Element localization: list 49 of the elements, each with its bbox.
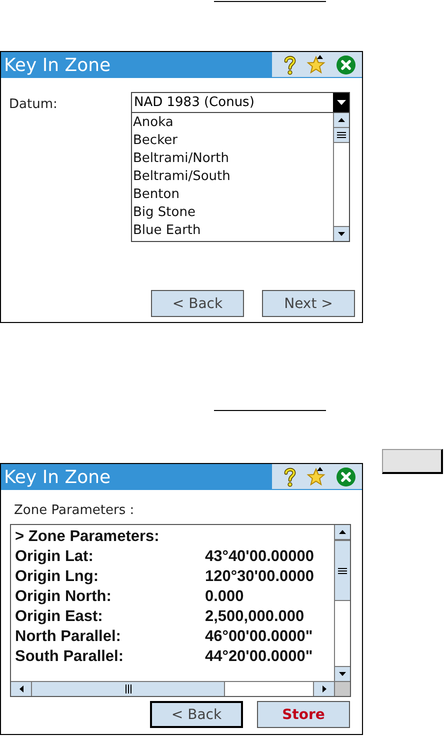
grip-icon[interactable]	[337, 132, 346, 138]
scroll-left-icon[interactable]	[19, 686, 23, 692]
list-item[interactable]: Blue Earth	[132, 222, 333, 240]
parameter-name: Origin East:	[15, 607, 104, 627]
list-item[interactable]: Beltrami/South	[132, 168, 333, 186]
parameter-name: Origin Lng:	[15, 567, 100, 587]
blank-frame	[382, 449, 443, 474]
store-button[interactable]: Store	[257, 701, 350, 728]
star-icon[interactable]	[306, 54, 326, 74]
section-label: Zone Parameters :	[14, 503, 136, 518]
dropdown-arrow-icon[interactable]	[336, 100, 346, 105]
star-icon[interactable]	[306, 466, 326, 486]
help-icon[interactable]	[284, 466, 296, 486]
datum-dropdown[interactable]: NAD 1983 (Conus)	[131, 92, 350, 113]
parameter-name: Origin Lat:	[15, 547, 94, 567]
scroll-up-icon[interactable]	[338, 118, 345, 122]
scroll-down-icon[interactable]	[339, 672, 346, 676]
parameter-name: North Parallel:	[15, 627, 122, 647]
grip-icon[interactable]	[125, 684, 131, 694]
nav-button[interactable]: < Back	[151, 290, 244, 317]
window-title: Key In Zone	[3, 466, 112, 488]
list-item[interactable]: Anoka	[132, 114, 333, 132]
scroll-down-icon[interactable]	[338, 232, 345, 236]
parameter-value: 120°30'00.0000	[205, 567, 314, 587]
scroll-up-icon[interactable]	[339, 530, 346, 534]
window-title: Key In Zone	[3, 54, 112, 76]
parameter-name: Origin North:	[15, 587, 112, 607]
list-heading: > Zone Parameters:	[15, 527, 160, 547]
parameter-value: 2,500,000.000	[205, 607, 304, 627]
nav-button[interactable]: Next >	[262, 290, 355, 317]
parameter-value: 44°20'00.0000"	[205, 647, 313, 667]
help-icon[interactable]	[284, 54, 296, 74]
parameters-list[interactable]: > Zone Parameters: Origin Lat: 43°40'00.00000 Origin Lng: 120°30'00.0000 Origin North: 0.000 Origin East: 2,500,000.000 North Parallel: 46°00'00.0000" South Parallel: 44°20'00.0000"	[10, 524, 351, 697]
parameter-value: 43°40'00.00000	[205, 547, 314, 567]
scroll-right-icon[interactable]	[322, 686, 326, 692]
datum-label: Datum:	[9, 96, 58, 114]
parameter-value: 46°00'00.0000"	[205, 627, 313, 647]
list-item[interactable]: Big Stone	[132, 204, 333, 222]
close-icon[interactable]	[336, 466, 356, 486]
list-item[interactable]: Benton	[132, 186, 333, 204]
list-item[interactable]: Beltrami/North	[132, 150, 333, 168]
grip-icon[interactable]	[338, 568, 347, 574]
list-item[interactable]: Becker	[132, 132, 333, 150]
scrollbar-corner	[334, 681, 350, 696]
zone-list[interactable]: Anoka Becker Beltrami/North Beltrami/South Benton Big Stone Blue Earth	[131, 113, 350, 242]
parameter-value: 0.000	[205, 587, 244, 607]
close-icon[interactable]	[336, 54, 356, 74]
parameter-name: South Parallel:	[15, 647, 125, 667]
nav-button[interactable]: < Back	[150, 701, 243, 728]
